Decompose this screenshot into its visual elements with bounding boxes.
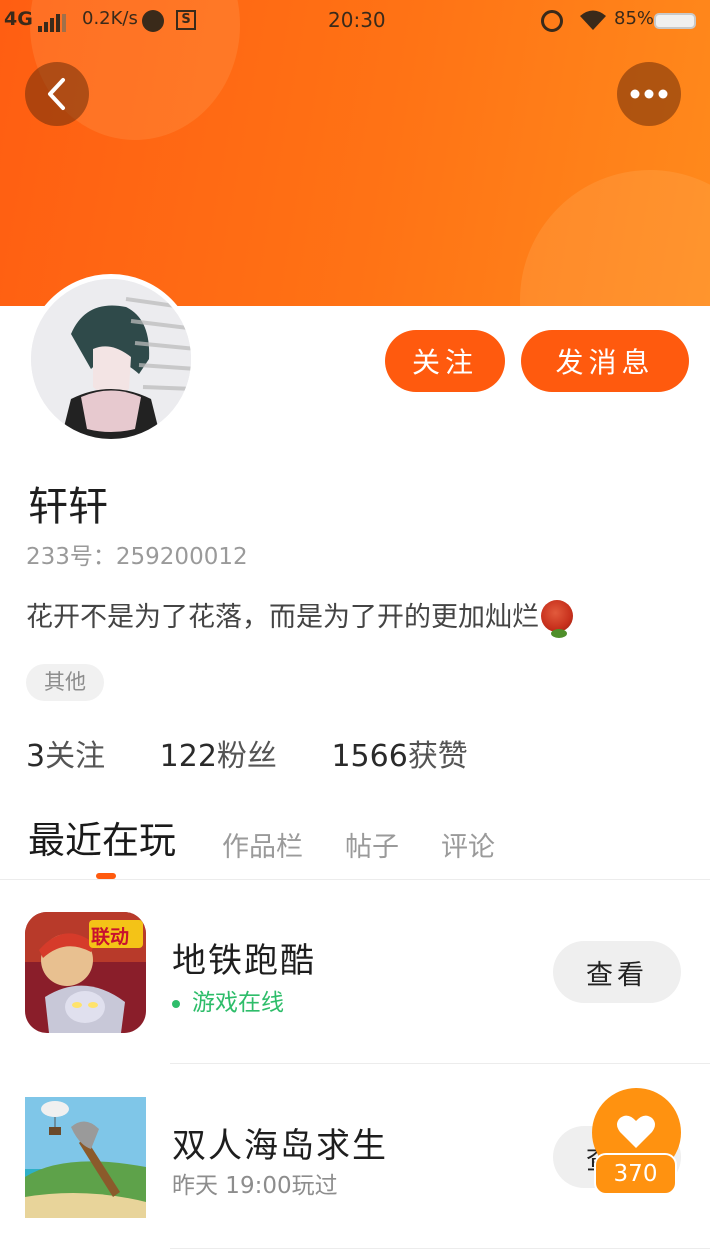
stat-following[interactable]: 3关注 [26, 731, 105, 775]
avatar[interactable] [26, 274, 196, 444]
profile-bio-text: 花开不是为了花落，而是为了开的更加灿烂 [26, 602, 539, 633]
profile-tabs: 最近在玩 作品栏 帖子 评论 [28, 810, 537, 863]
game-list-item[interactable]: 联动 地铁跑酷 游戏在线 查看 [0, 905, 710, 1055]
stat-fans[interactable]: 122粉丝 [160, 731, 277, 775]
online-dot-icon [172, 999, 180, 1008]
status-bar: 4G 0.2K/s S 20:30 85% [0, 0, 710, 40]
stat-label: 粉丝 [216, 739, 277, 774]
stat-value: 3 [26, 739, 46, 774]
profile-uid: 233号：259200012 [26, 544, 248, 570]
planet-icon [142, 10, 164, 32]
game-last-played: 昨天 19:00玩过 [172, 1173, 338, 1199]
follow-button[interactable]: 关注 [385, 330, 505, 392]
battery-icon [654, 13, 696, 29]
avatar-illustration [31, 279, 191, 439]
profile-header-background [0, 0, 710, 306]
island-survival-icon [25, 1097, 146, 1218]
back-arrow-icon [48, 78, 65, 110]
s-icon: S [176, 10, 196, 30]
stat-label: 关注 [45, 739, 106, 774]
game-online-status: 游戏在线 [172, 983, 284, 1017]
profile-bio: 花开不是为了花落，而是为了开的更加灿烂 [26, 595, 573, 638]
signal-icon [38, 12, 66, 32]
more-button[interactable] [617, 62, 681, 126]
battery-percent: 85% [614, 8, 655, 29]
wifi-icon [578, 8, 608, 37]
divider [170, 1248, 710, 1249]
stat-value: 122 [159, 739, 217, 774]
heart-icon [617, 1115, 655, 1148]
stat-likes[interactable]: 1566获赞 [331, 731, 467, 775]
game-title: 双人海岛求生 [172, 1126, 388, 1166]
game-status-text: 游戏在线 [192, 990, 284, 1016]
back-button[interactable] [25, 62, 89, 126]
divider [0, 879, 710, 880]
view-game-button[interactable]: 查看 [553, 941, 681, 1003]
clock: 20:30 [328, 8, 386, 32]
network-type: 4G [4, 8, 33, 30]
profile-stats: 3关注 122粉丝 1566获赞 [26, 731, 513, 775]
like-count: 370 [594, 1153, 677, 1195]
tab-recently-played[interactable]: 最近在玩 [28, 810, 176, 864]
tab-works[interactable]: 作品栏 [222, 825, 303, 864]
stat-value: 1566 [331, 739, 408, 774]
more-dots-icon [630, 89, 668, 99]
send-message-button[interactable]: 发消息 [521, 330, 689, 392]
stat-label: 获赞 [407, 739, 468, 774]
rose-icon [541, 600, 573, 638]
alarm-icon [541, 10, 563, 32]
divider [170, 1063, 710, 1064]
profile-tag: 其他 [26, 664, 104, 701]
header-decoration [520, 170, 710, 306]
tab-comments[interactable]: 评论 [441, 825, 495, 864]
game-badge: 联动 [91, 926, 130, 948]
tab-posts[interactable]: 帖子 [345, 825, 399, 864]
game-title: 地铁跑酷 [172, 941, 316, 981]
network-speed: 0.2K/s [82, 8, 138, 29]
profile-name: 轩轩 [28, 484, 108, 530]
